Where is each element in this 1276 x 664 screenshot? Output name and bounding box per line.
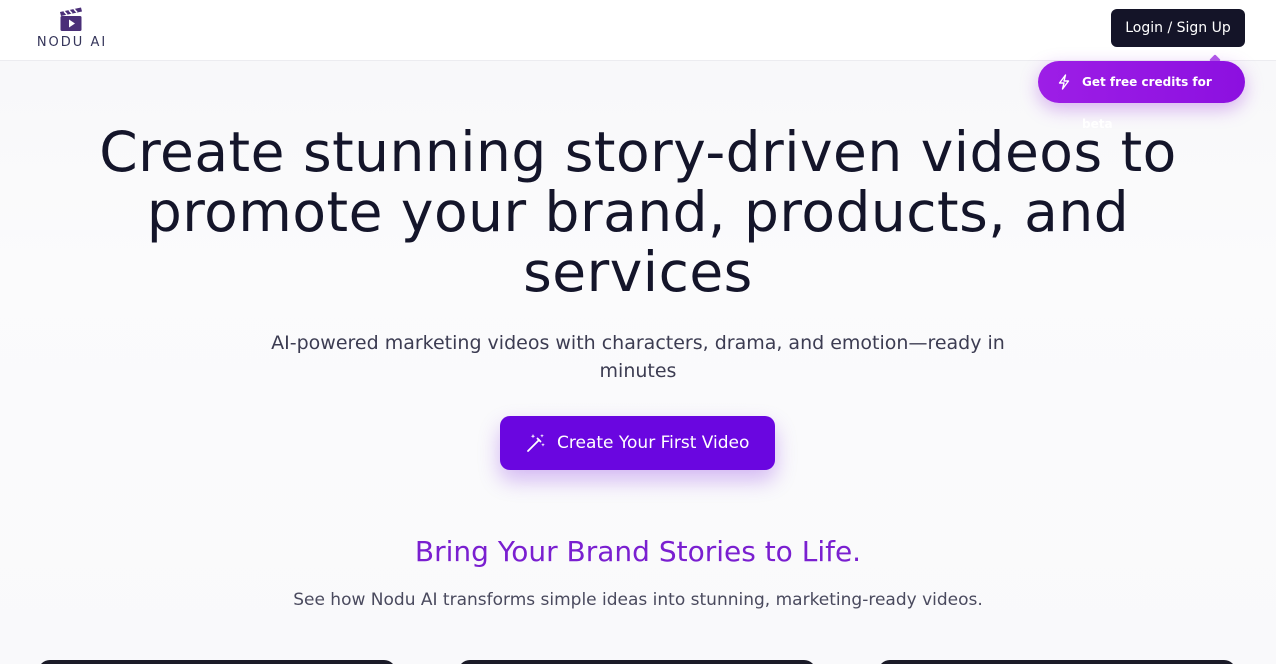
logo-text: NODU AI [36, 35, 108, 50]
section-subtitle: See how Nodu AI transforms simple ideas … [293, 590, 983, 610]
video-card[interactable] [38, 660, 396, 664]
page: NODU AI Login / Sign Up Get free credits… [0, 0, 1276, 664]
logo[interactable]: NODU AI [30, 5, 114, 53]
login-signup-button[interactable]: Login / Sign Up [1111, 9, 1245, 47]
site-header: NODU AI Login / Sign Up [0, 0, 1276, 61]
clapperboard-play-icon [60, 7, 82, 31]
hero-title: Create stunning story-driven videos to p… [99, 120, 1177, 304]
section-title: Bring Your Brand Stories to Life. [414, 535, 862, 568]
video-card[interactable] [458, 660, 816, 664]
create-first-video-label: Create Your First Video [557, 433, 750, 453]
lightning-bolt-icon [1058, 74, 1070, 90]
create-first-video-button[interactable]: Create Your First Video [500, 416, 775, 470]
video-card[interactable] [878, 660, 1236, 664]
free-credits-button[interactable]: Get free credits for beta [1038, 61, 1245, 131]
hero-subtitle: AI-powered marketing videos with charact… [271, 332, 1005, 382]
magic-wand-icon [527, 434, 545, 452]
